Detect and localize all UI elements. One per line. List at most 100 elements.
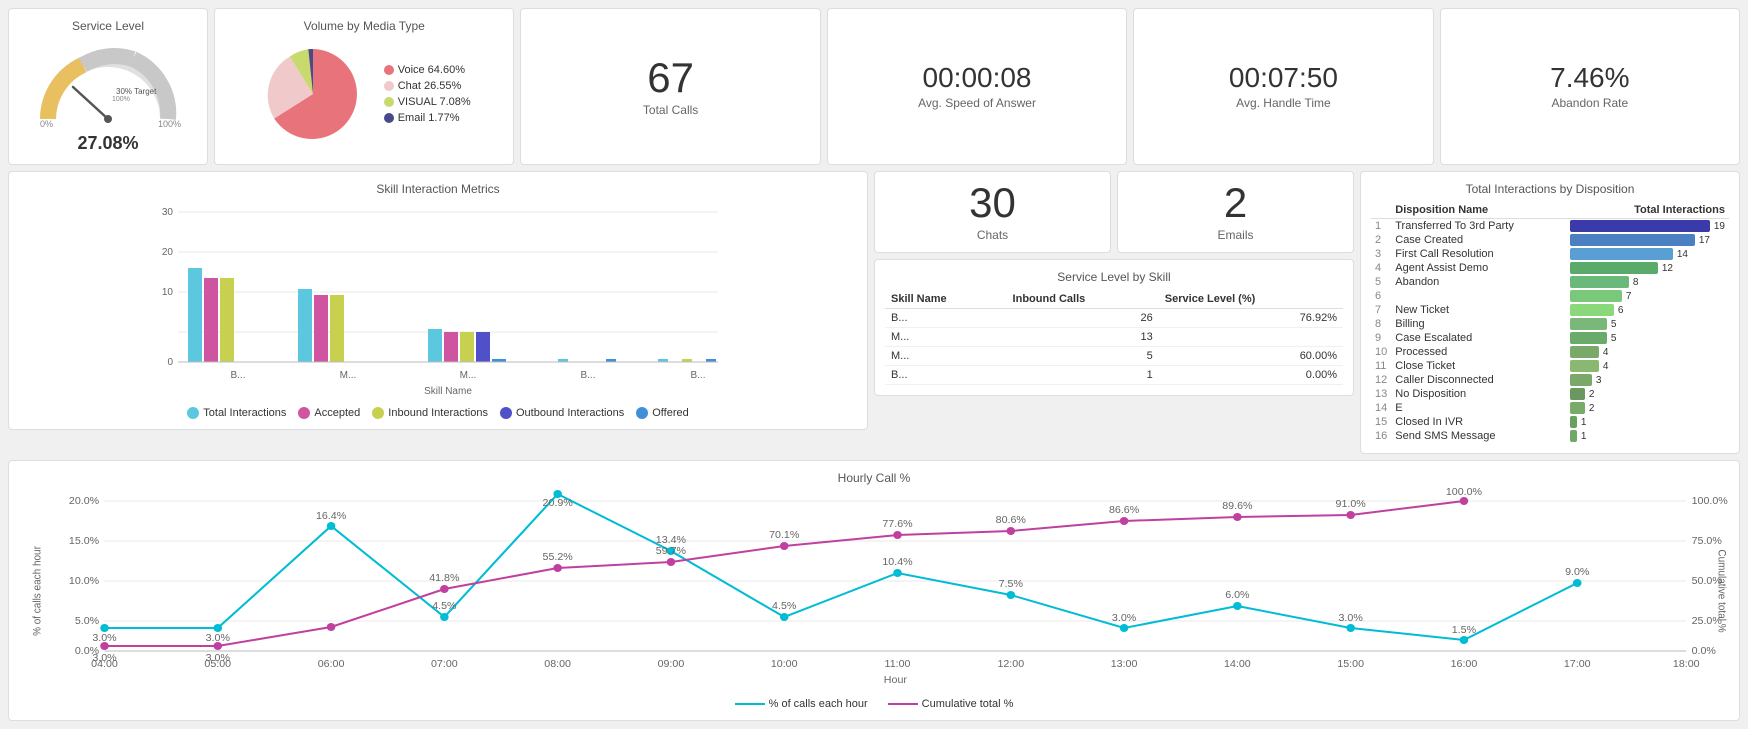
abandon-rate-label: Abandon Rate xyxy=(1551,96,1628,110)
hourly-call-title: Hourly Call % xyxy=(19,471,1729,485)
disposition-card: Total Interactions by Disposition Dispos… xyxy=(1360,171,1740,454)
svg-text:3.0%: 3.0% xyxy=(206,653,230,664)
legend-inbound: Inbound Interactions xyxy=(372,407,488,419)
svg-text:17:00: 17:00 xyxy=(1564,659,1591,670)
svg-text:100.0%: 100.0% xyxy=(1446,487,1482,498)
svg-text:Skill Name: Skill Name xyxy=(424,386,472,397)
svg-text:10:00: 10:00 xyxy=(771,659,798,670)
disposition-row: 9 Case Escalated 5 xyxy=(1371,331,1729,345)
avg-handle-value: 00:07:50 xyxy=(1229,64,1338,92)
legend-pct-hour: % of calls each hour xyxy=(735,698,868,710)
svg-text:09:00: 09:00 xyxy=(658,659,685,670)
legend-visual: VISUAL 7.08% xyxy=(384,96,471,108)
chats-card: 30 Chats xyxy=(874,171,1111,253)
legend-offered: Offered xyxy=(636,407,689,419)
col-inbound-calls: Inbound Calls xyxy=(1007,290,1159,309)
disposition-row: 4 Agent Assist Demo 12 xyxy=(1371,261,1729,275)
total-calls-value: 67 xyxy=(647,57,694,99)
total-calls-card: 67 Total Calls xyxy=(520,8,820,165)
col-total-interactions: Total Interactions xyxy=(1566,202,1729,219)
svg-text:75.0%: 75.0% xyxy=(1692,536,1722,547)
avg-speed-label: Avg. Speed of Answer xyxy=(918,96,1036,110)
svg-text:55.2%: 55.2% xyxy=(543,552,573,563)
svg-text:B...: B... xyxy=(580,370,595,381)
svg-text:M...: M... xyxy=(340,370,357,381)
svg-text:4.5%: 4.5% xyxy=(432,601,456,612)
svg-text:08:00: 08:00 xyxy=(544,659,571,670)
svg-text:10.0%: 10.0% xyxy=(69,576,99,587)
svg-text:12:00: 12:00 xyxy=(997,659,1024,670)
col-disposition-name: Disposition Name xyxy=(1391,202,1566,219)
svg-text:70.1%: 70.1% xyxy=(769,530,799,541)
legend-cumulative: Cumulative total % xyxy=(888,698,1014,710)
disposition-row: 3 First Call Resolution 14 xyxy=(1371,247,1729,261)
col-skill-name: Skill Name xyxy=(885,290,1007,309)
svg-text:06:00: 06:00 xyxy=(318,659,345,670)
svg-text:0%: 0% xyxy=(40,119,53,129)
emails-card: 2 Emails xyxy=(1117,171,1354,253)
gauge-chart: 0% 100% 30% Target 100% xyxy=(28,39,188,129)
svg-text:30% Target: 30% Target xyxy=(116,87,157,96)
chats-label: Chats xyxy=(977,228,1008,242)
svg-text:86.6%: 86.6% xyxy=(1109,505,1139,516)
svg-text:0: 0 xyxy=(167,357,173,368)
svg-text:15:00: 15:00 xyxy=(1337,659,1364,670)
svg-text:100.0%: 100.0% xyxy=(1692,496,1728,507)
legend-email: Email 1.77% xyxy=(384,112,471,124)
disposition-row: 14 E 2 xyxy=(1371,401,1729,415)
svg-text:B...: B... xyxy=(690,370,705,381)
legend-outbound: Outbound Interactions xyxy=(500,407,624,419)
abandon-rate-card: 7.46% Abandon Rate xyxy=(1440,8,1740,165)
service-skill-row: M...560.00% xyxy=(885,347,1343,366)
disposition-row: 15 Closed In IVR 1 xyxy=(1371,415,1729,429)
svg-text:3.0%: 3.0% xyxy=(1112,613,1136,624)
svg-text:18:00: 18:00 xyxy=(1673,659,1700,670)
svg-text:Hour: Hour xyxy=(884,675,908,686)
svg-text:41.8%: 41.8% xyxy=(429,573,459,584)
svg-text:20.0%: 20.0% xyxy=(69,496,99,507)
disposition-title: Total Interactions by Disposition xyxy=(1371,182,1729,196)
disposition-row: 16 Send SMS Message 1 xyxy=(1371,429,1729,443)
svg-text:9.0%: 9.0% xyxy=(1565,567,1589,578)
avg-speed-value: 00:00:08 xyxy=(923,64,1032,92)
svg-text:7.5%: 7.5% xyxy=(999,579,1023,590)
svg-text:100%: 100% xyxy=(158,119,181,129)
disposition-row: 12 Caller Disconnected 3 xyxy=(1371,373,1729,387)
svg-text:5.0%: 5.0% xyxy=(75,616,99,627)
hourly-chart: 20.0% 15.0% 10.0% 5.0% 0.0% 100.0% 75.0%… xyxy=(19,491,1729,691)
service-level-value: 27.08% xyxy=(77,133,138,154)
service-skill-row: B...10.00% xyxy=(885,366,1343,385)
legend-chat: Chat 26.55% xyxy=(384,80,471,92)
avg-handle-card: 00:07:50 Avg. Handle Time xyxy=(1133,8,1433,165)
svg-text:20.9%: 20.9% xyxy=(543,498,573,509)
abandon-rate-value: 7.46% xyxy=(1550,64,1629,92)
svg-text:3.0%: 3.0% xyxy=(92,653,116,664)
svg-text:% of calls each hour: % of calls each hour xyxy=(32,546,43,636)
col-service-level: Service Level (%) xyxy=(1159,290,1343,309)
avg-speed-card: 00:00:08 Avg. Speed of Answer xyxy=(827,8,1127,165)
svg-text:16:00: 16:00 xyxy=(1451,659,1478,670)
disposition-row: 13 No Disposition 2 xyxy=(1371,387,1729,401)
total-calls-label: Total Calls xyxy=(643,103,698,117)
disposition-row: 7 New Ticket 6 xyxy=(1371,303,1729,317)
svg-text:100%: 100% xyxy=(112,96,130,103)
service-skill-title: Service Level by Skill xyxy=(885,270,1343,284)
legend-accepted: Accepted xyxy=(298,407,360,419)
skill-interaction-card: Skill Interaction Metrics 30 20 10 0 xyxy=(8,171,868,430)
svg-text:91.0%: 91.0% xyxy=(1336,499,1366,510)
svg-text:6.0%: 6.0% xyxy=(1225,590,1249,601)
service-level-title: Service Level xyxy=(19,19,197,33)
legend-total-interactions: Total Interactions xyxy=(187,407,286,419)
svg-text:77.6%: 77.6% xyxy=(882,519,912,530)
svg-text:16.4%: 16.4% xyxy=(316,511,346,522)
skill-interaction-title: Skill Interaction Metrics xyxy=(19,182,857,196)
svg-text:14:00: 14:00 xyxy=(1224,659,1251,670)
disposition-row: 10 Processed 4 xyxy=(1371,345,1729,359)
disposition-table: Disposition Name Total Interactions 1 Tr… xyxy=(1371,202,1729,443)
service-skill-card: Service Level by Skill Skill Name Inboun… xyxy=(874,259,1354,396)
disposition-row: 8 Billing 5 xyxy=(1371,317,1729,331)
svg-text:80.6%: 80.6% xyxy=(996,515,1026,526)
emails-value: 2 xyxy=(1224,182,1247,224)
svg-text:89.6%: 89.6% xyxy=(1222,501,1252,512)
disposition-row: 2 Case Created 17 xyxy=(1371,233,1729,247)
